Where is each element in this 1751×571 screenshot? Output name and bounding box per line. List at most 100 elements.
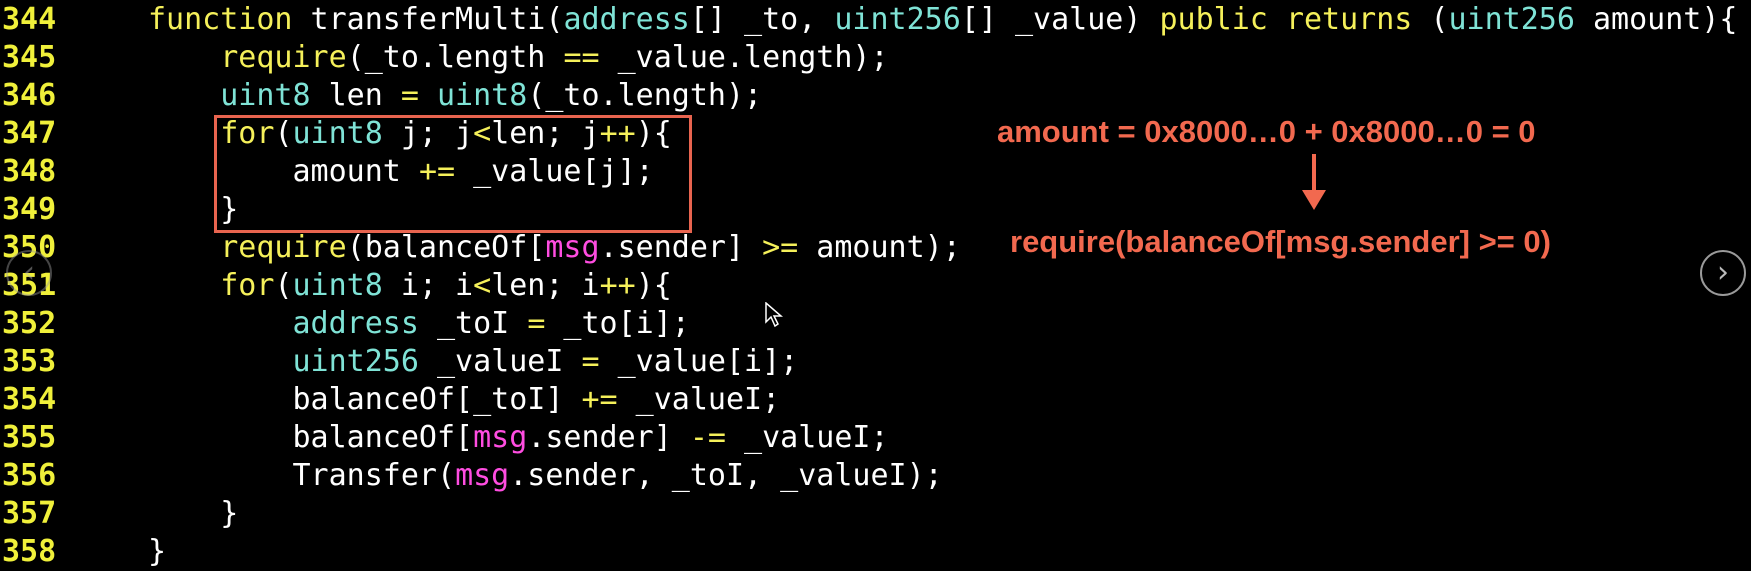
code-token: _to[i]; <box>545 306 690 341</box>
code-token: [] _to, <box>689 2 835 37</box>
code-text: balanceOf[_toI] += _valueI; <box>148 381 781 419</box>
code-token: >= <box>762 230 799 265</box>
code-token: _valueI <box>418 344 582 379</box>
line-number: 358 <box>2 534 57 569</box>
code-token: require <box>220 40 347 75</box>
code-token: _value.length); <box>599 40 889 75</box>
down-arrow-icon <box>1302 190 1326 210</box>
line-number: 356 <box>2 458 57 493</box>
code-token: ++ <box>599 268 636 303</box>
code-token: (balanceOf[ <box>346 230 546 265</box>
code-token: _toI <box>418 306 528 341</box>
code-token: += <box>581 382 618 417</box>
line-number: 349 <box>2 192 57 227</box>
code-token: uint8 <box>220 78 311 113</box>
code-token: .sender] <box>527 420 690 455</box>
code-token: ( <box>1412 2 1449 37</box>
code-token: uint256 <box>292 344 419 379</box>
code-token: .sender] <box>599 230 763 265</box>
code-text: require(_to.length == _value.length); <box>148 39 889 77</box>
code-token: } <box>220 496 239 531</box>
annotation-amount-overflow: amount = 0x8000…0 + 0x8000…0 = 0 <box>997 114 1536 149</box>
code-token: uint256 <box>834 2 961 37</box>
code-token: } <box>148 534 167 569</box>
code-token: transferMulti( <box>292 2 564 37</box>
line-number: 346 <box>2 78 57 113</box>
line-number: 347 <box>2 116 57 151</box>
code-token: < <box>473 268 492 303</box>
line-number: 348 <box>2 154 57 189</box>
down-arrow-shaft <box>1312 154 1316 194</box>
code-text: } <box>148 533 166 571</box>
chevron-left-icon[interactable]: ‹ <box>6 250 52 296</box>
code-token: for <box>220 268 275 303</box>
code-token: returns <box>1285 2 1413 37</box>
code-token: = <box>400 78 419 113</box>
code-token: require <box>220 230 347 265</box>
code-token: msg <box>455 458 510 493</box>
code-token: _value[i]; <box>599 344 799 379</box>
code-token: _valueI; <box>617 382 781 417</box>
line-number: 344 <box>2 2 57 37</box>
next-glyph: › <box>1717 255 1729 290</box>
code-token: function <box>148 2 293 37</box>
code-token: balanceOf[_toI] <box>292 382 582 417</box>
code-token: uint8 <box>437 78 528 113</box>
prev-glyph: ‹ <box>23 255 35 290</box>
code-token: uint256 <box>1448 2 1575 37</box>
code-token: public <box>1159 2 1268 37</box>
code-token: == <box>563 40 600 75</box>
code-text: uint256 _valueI = _value[i]; <box>148 343 799 381</box>
chevron-right-icon[interactable]: › <box>1700 250 1746 296</box>
code-token: -= <box>689 420 726 455</box>
mouse-pointer-icon <box>765 302 783 328</box>
code-token: len <box>310 78 401 113</box>
code-token: (_to.length <box>346 40 564 75</box>
code-token: .sender, _toI, _valueI); <box>509 458 943 493</box>
annotation-require-zero: require(balanceOf[msg.sender] >= 0) <box>1010 224 1551 259</box>
code-token: [] _value) <box>960 2 1160 37</box>
code-token: ){ <box>635 268 672 303</box>
code-token: (_to.length); <box>527 78 763 113</box>
code-token: = <box>581 344 600 379</box>
line-number: 354 <box>2 382 57 417</box>
code-token: balanceOf[ <box>292 420 474 455</box>
code-token: ( <box>274 268 293 303</box>
code-token: msg <box>473 420 528 455</box>
code-text: } <box>148 495 238 533</box>
code-token: msg <box>545 230 600 265</box>
code-token: amount); <box>798 230 961 265</box>
code-token: _valueI; <box>726 420 889 455</box>
code-editor: 344 function transferMulti(address[] _to,… <box>0 0 1751 570</box>
code-token: = <box>527 306 546 341</box>
highlight-box-for-loop <box>214 115 692 233</box>
code-token: amount){ <box>1574 2 1738 37</box>
line-number: 352 <box>2 306 57 341</box>
code-token: uint8 <box>292 268 383 303</box>
line-number: 345 <box>2 40 57 75</box>
code-token: len; i <box>491 268 600 303</box>
code-text: require(balanceOf[msg.sender] >= amount)… <box>148 229 961 267</box>
line-number: 355 <box>2 420 57 455</box>
code-token: address <box>292 306 419 341</box>
code-text: function transferMulti(address[] _to, ui… <box>148 1 1738 39</box>
code-text: balanceOf[msg.sender] -= _valueI; <box>148 419 889 457</box>
line-number: 353 <box>2 344 57 379</box>
code-token: Transfer( <box>292 458 456 493</box>
code-text: address _toI = _to[i]; <box>148 305 690 343</box>
code-token: address <box>563 2 690 37</box>
